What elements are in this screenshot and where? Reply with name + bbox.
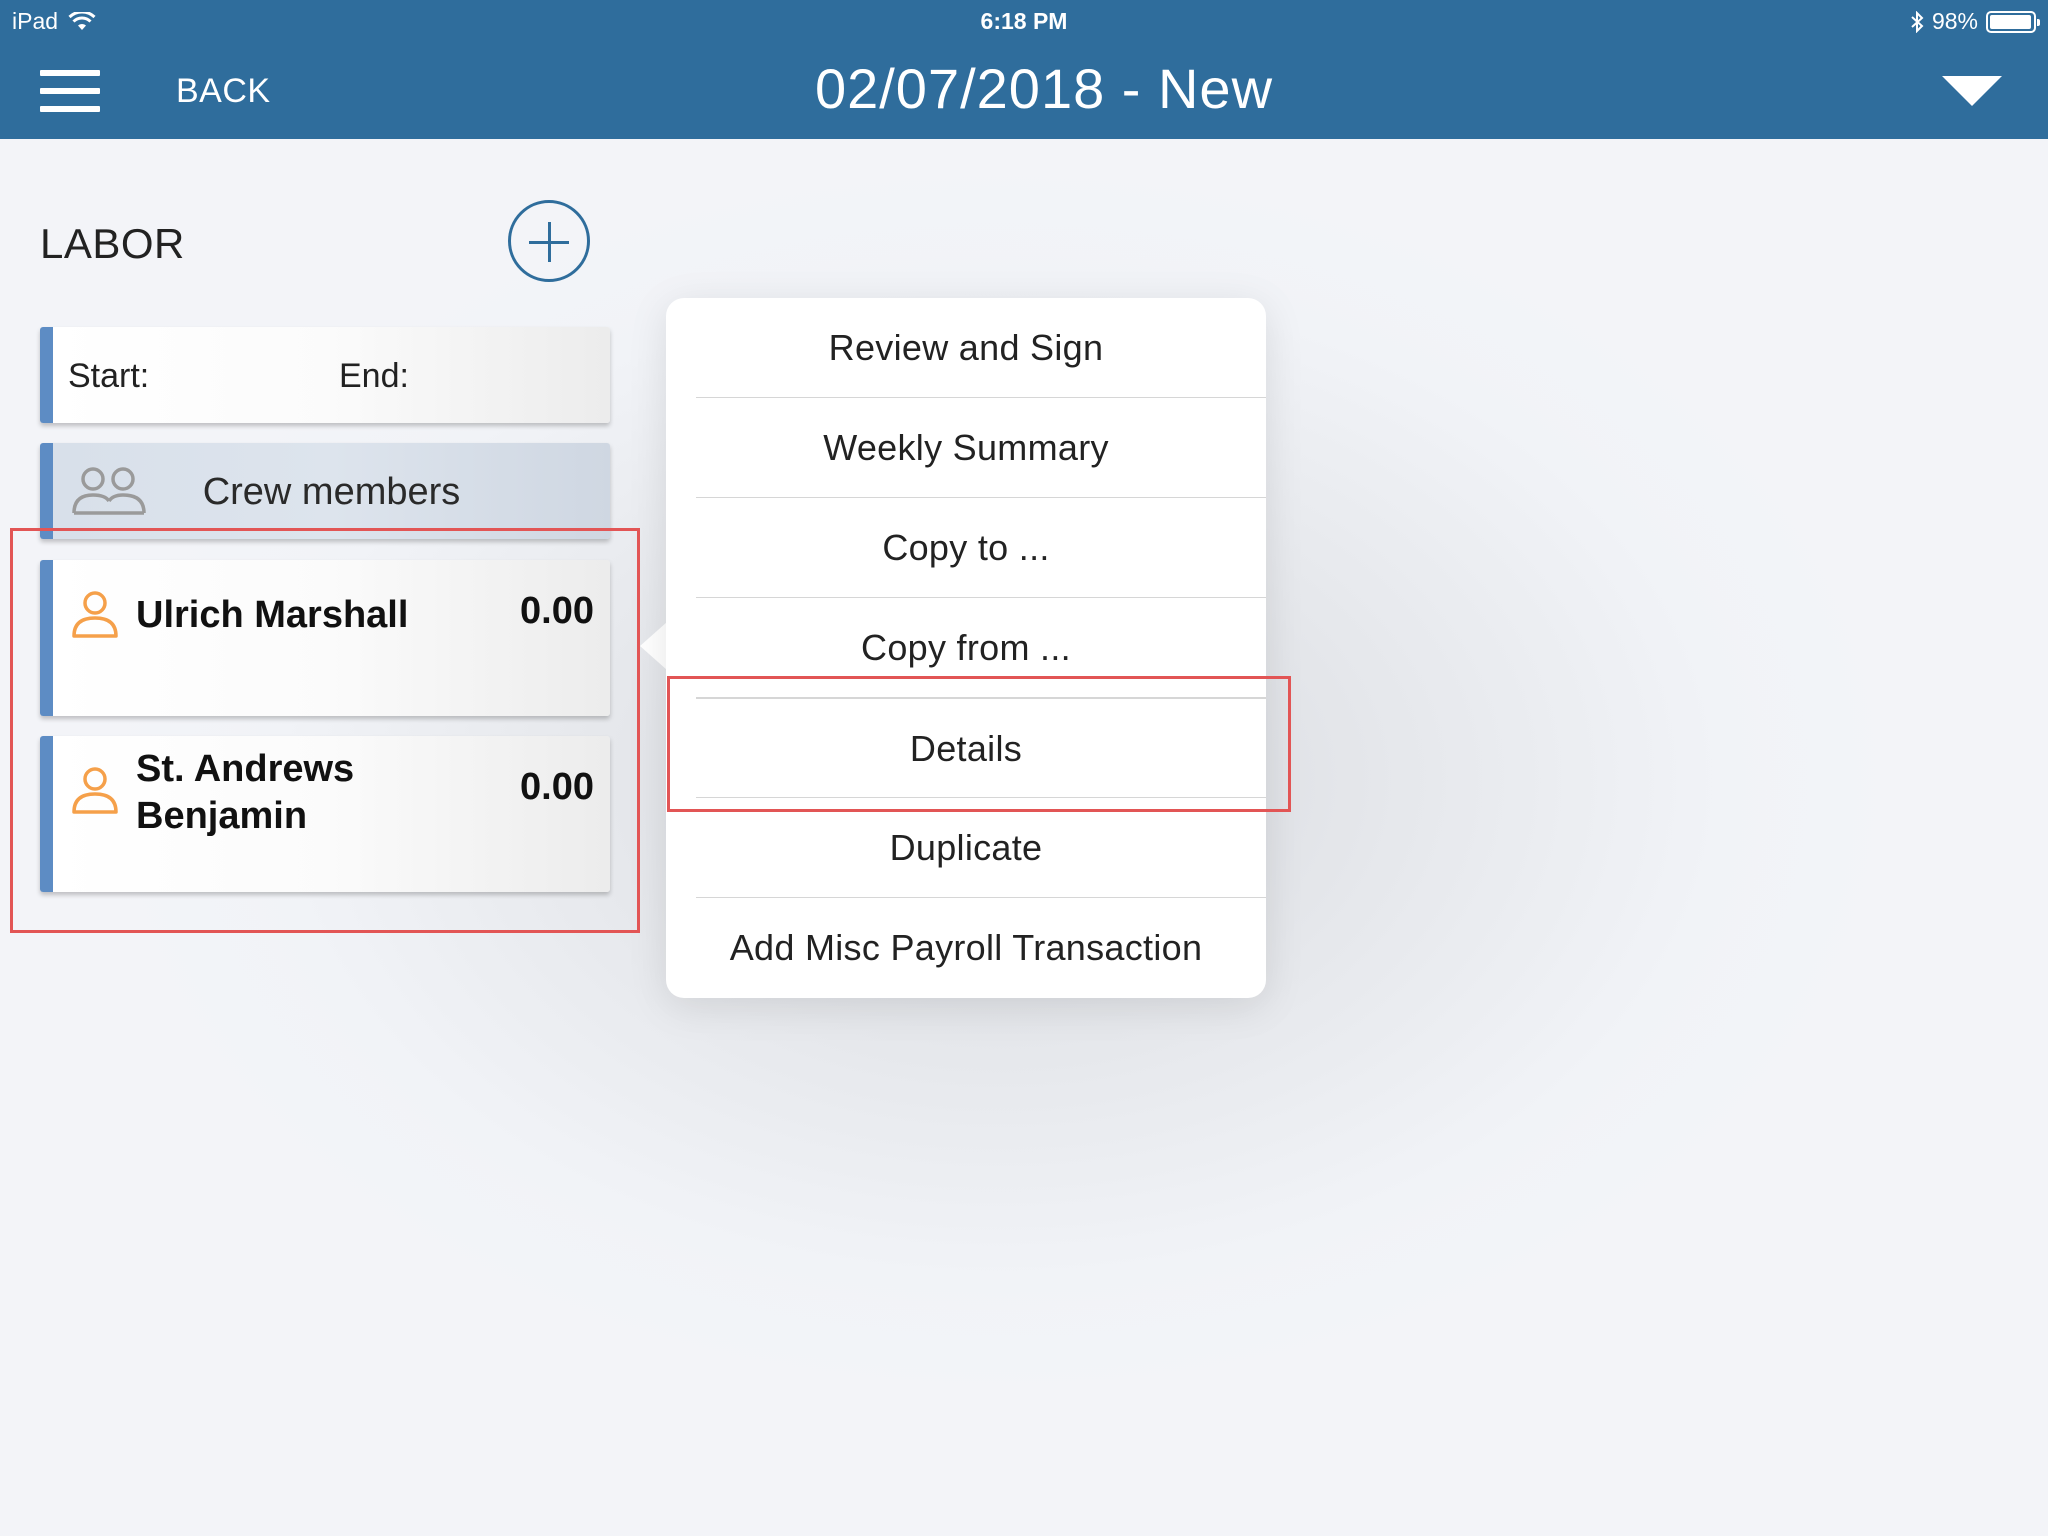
status-time: 6:18 PM: [980, 8, 1068, 34]
page-title-text: 02/07/2018 - New: [814, 57, 1274, 120]
start-label: Start:: [68, 357, 150, 395]
crew-members-label: Crew members: [202, 471, 461, 513]
menu-item-duplicate[interactable]: Duplicate: [696, 798, 1266, 898]
nav-bar: BACK 02/07/2018 - New: [0, 40, 2048, 139]
add-labor-button[interactable]: [508, 200, 590, 282]
person-icon: [72, 767, 118, 814]
status-bar: iPad 6:18 PM 98%: [0, 0, 2048, 40]
crew-member-card[interactable]: St. Andrews Benjamin 0.00: [40, 736, 610, 892]
time-range-card[interactable]: Start: End:: [40, 327, 610, 423]
menu-item-details[interactable]: Details: [696, 698, 1266, 798]
crew-member-card[interactable]: Ulrich Marshall 0.00: [40, 560, 610, 716]
menu-item-copy-from[interactable]: Copy from ...: [696, 598, 1266, 698]
crew-members-button[interactable]: Crew members: [40, 443, 610, 539]
context-menu: Review and Sign Weekly Summary Copy to .…: [666, 298, 1266, 998]
bluetooth-icon: [1911, 10, 1924, 33]
crew-member-hours: 0.00: [520, 766, 594, 808]
menu-item-copy-to[interactable]: Copy to ...: [696, 498, 1266, 598]
battery-icon: [1986, 10, 2040, 33]
menu-item-add-misc-payroll[interactable]: Add Misc Payroll Transaction: [696, 898, 1266, 998]
dropdown-arrow-icon[interactable]: [1942, 76, 2002, 106]
end-label: End:: [339, 357, 409, 395]
crew-member-name: Ulrich Marshall: [136, 594, 409, 636]
labor-heading: LABOR: [40, 220, 185, 267]
crew-member-hours: 0.00: [520, 590, 594, 632]
crew-member-name: St. Andrews Benjamin: [136, 748, 355, 837]
popover-arrow: [640, 622, 667, 670]
app-header: iPad 6:18 PM 98% BACK 02/07/2018 - New: [0, 0, 2048, 139]
menu-item-weekly-summary[interactable]: Weekly Summary: [696, 398, 1266, 498]
person-icon: [72, 591, 118, 638]
battery-percent: 98%: [1931, 8, 1978, 34]
menu-item-review-and-sign[interactable]: Review and Sign: [696, 298, 1266, 398]
status-right: 98%: [1910, 8, 2040, 35]
battery-fill: [1990, 14, 2032, 29]
page-title: 02/07/2018 - New: [0, 56, 2048, 121]
